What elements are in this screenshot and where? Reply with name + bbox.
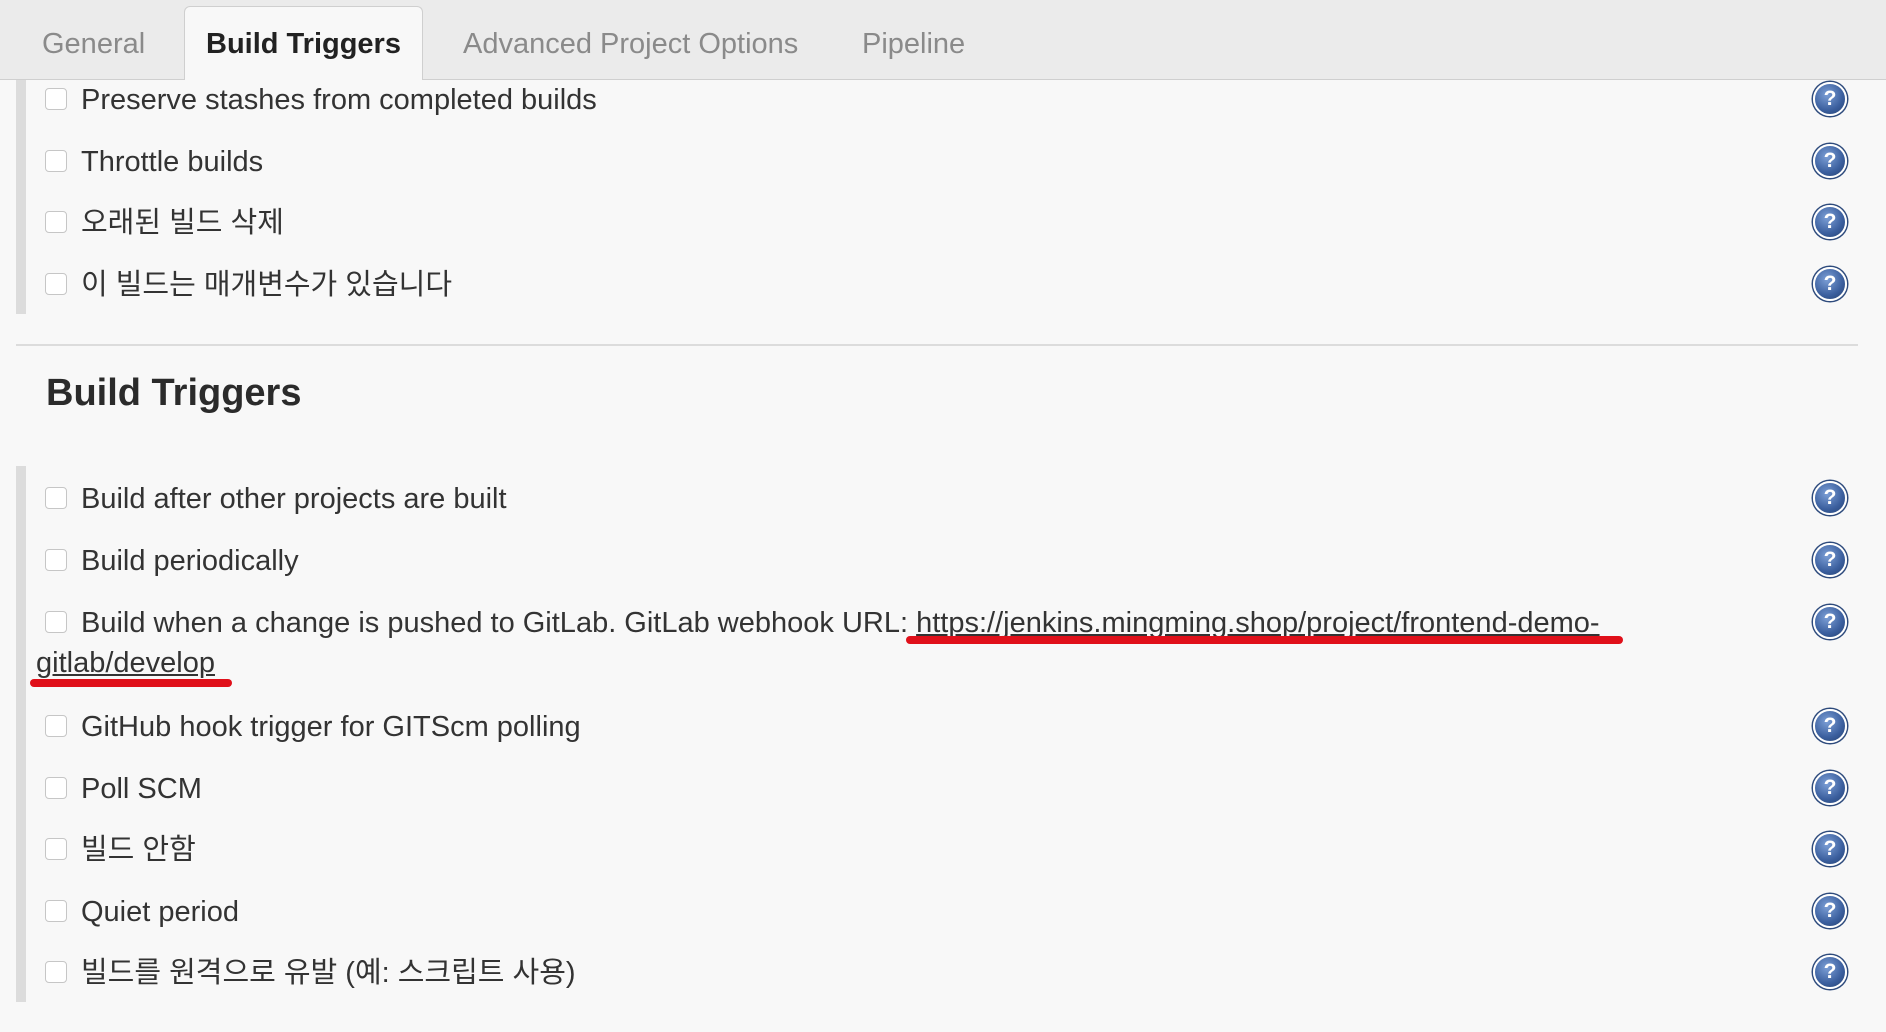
gitlab-webhook-url[interactable]: https://jenkins.mingming.shop/project/fr… xyxy=(916,607,1599,639)
tab-pipeline[interactable]: Pipeline xyxy=(862,28,965,61)
option-label: 빌드 안함 xyxy=(81,834,196,866)
option-label: 빌드를 원격으로 유발 (예: 스크립트 사용) xyxy=(81,957,576,989)
option-label: Quiet period xyxy=(81,896,239,928)
help-icon[interactable]: ? xyxy=(1813,771,1847,805)
trigger-build-after-other-projects: Build after other projects are built ? xyxy=(0,479,1886,519)
preserve-stashes-checkbox[interactable] xyxy=(45,88,67,110)
tab-build-triggers[interactable]: Build Triggers xyxy=(184,6,423,80)
gitlab-label-prefix: Build when a change is pushed to GitLab.… xyxy=(81,607,917,639)
github-hook-checkbox[interactable] xyxy=(45,715,67,737)
option-label: Preserve stashes from completed builds xyxy=(81,84,597,116)
tab-general[interactable]: General xyxy=(42,28,145,61)
help-icon[interactable]: ? xyxy=(1813,832,1847,866)
build-after-other-projects-checkbox[interactable] xyxy=(45,487,67,509)
option-label: Build after other projects are built xyxy=(81,483,507,515)
option-label: Poll SCM xyxy=(81,773,202,805)
quiet-period-checkbox[interactable] xyxy=(45,900,67,922)
config-tab-bar: General Build Triggers Advanced Project … xyxy=(0,0,1886,80)
help-icon[interactable]: ? xyxy=(1813,894,1847,928)
trigger-disable-build: 빌드 안함 ? xyxy=(0,830,1886,870)
gitlab-webhook-url-end[interactable]: gitlab/develop xyxy=(36,647,215,679)
trigger-quiet-period: Quiet period ? xyxy=(0,892,1886,932)
help-icon[interactable]: ? xyxy=(1813,605,1847,639)
trigger-poll-scm: Poll SCM ? xyxy=(0,769,1886,809)
option-label: 오래된 빌드 삭제 xyxy=(81,207,284,239)
help-icon[interactable]: ? xyxy=(1813,205,1847,239)
help-icon[interactable]: ? xyxy=(1813,955,1847,989)
red-underline-annotation xyxy=(906,636,1623,644)
option-discard-old-builds: 오래된 빌드 삭제 ? xyxy=(0,203,1886,243)
discard-old-builds-checkbox[interactable] xyxy=(45,211,67,233)
section-divider xyxy=(16,344,1858,346)
option-label: 이 빌드는 매개변수가 있습니다 xyxy=(81,269,453,301)
tab-advanced-project-options[interactable]: Advanced Project Options xyxy=(463,28,798,61)
help-icon[interactable]: ? xyxy=(1813,481,1847,515)
red-underline-annotation xyxy=(30,679,232,687)
help-icon[interactable]: ? xyxy=(1813,267,1847,301)
gitlab-webhook-url-continued: gitlab/develop xyxy=(36,643,215,683)
help-icon[interactable]: ? xyxy=(1813,144,1847,178)
parameterized-checkbox[interactable] xyxy=(45,273,67,295)
option-throttle-builds: Throttle builds ? xyxy=(0,142,1886,182)
option-parameterized: 이 빌드는 매개변수가 있습니다 ? xyxy=(0,265,1886,305)
section-title-build-triggers: Build Triggers xyxy=(46,372,302,414)
trigger-remote-build: 빌드를 원격으로 유발 (예: 스크립트 사용) ? xyxy=(0,953,1886,993)
poll-scm-checkbox[interactable] xyxy=(45,777,67,799)
build-periodically-checkbox[interactable] xyxy=(45,549,67,571)
help-icon[interactable]: ? xyxy=(1813,82,1847,116)
throttle-builds-checkbox[interactable] xyxy=(45,150,67,172)
option-label: GitHub hook trigger for GITScm polling xyxy=(81,711,581,743)
trigger-build-periodically: Build periodically ? xyxy=(0,541,1886,581)
option-label: Throttle builds xyxy=(81,146,264,178)
disable-build-checkbox[interactable] xyxy=(45,838,67,860)
trigger-github-hook: GitHub hook trigger for GITScm polling ? xyxy=(0,707,1886,747)
remote-build-checkbox[interactable] xyxy=(45,961,67,983)
gitlab-push-checkbox[interactable] xyxy=(45,611,67,633)
option-label: Build periodically xyxy=(81,545,299,577)
help-icon[interactable]: ? xyxy=(1813,709,1847,743)
help-icon[interactable]: ? xyxy=(1813,543,1847,577)
option-preserve-stashes: Preserve stashes from completed builds ? xyxy=(0,80,1886,120)
